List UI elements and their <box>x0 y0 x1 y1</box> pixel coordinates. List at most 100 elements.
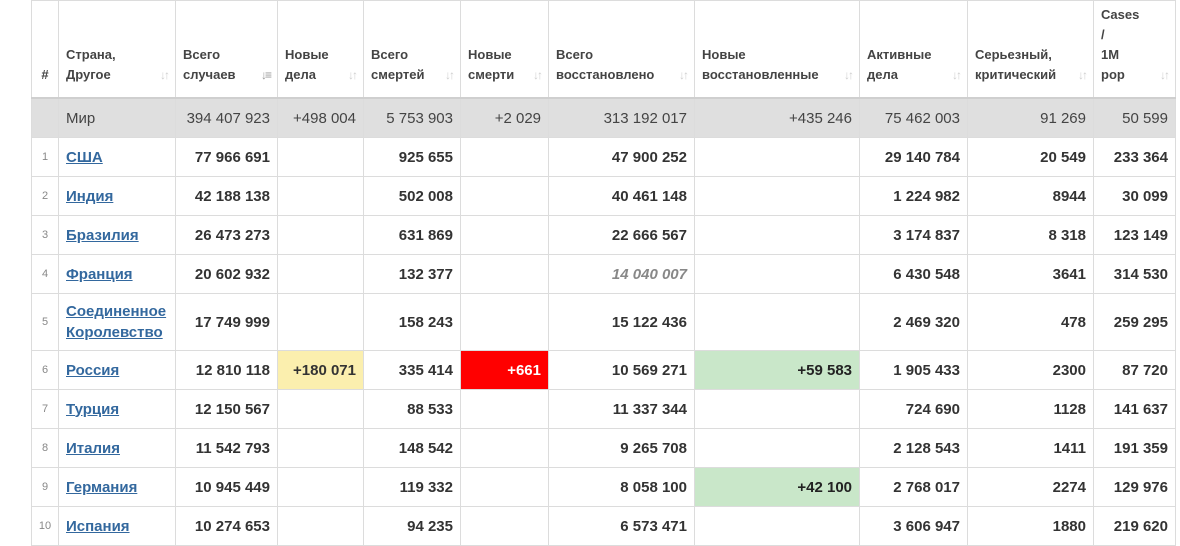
country-cell: Турция <box>58 389 176 429</box>
row-number: 10 <box>31 506 59 546</box>
new-recovered-cell <box>694 215 860 255</box>
new-cases-cell <box>277 389 364 429</box>
column-header-total-cases[interactable]: Всего случаев ↓≡ <box>175 0 278 99</box>
per-million-cell: 123 149 <box>1093 215 1176 255</box>
serious-cell: 2300 <box>967 350 1094 390</box>
column-header-country[interactable]: Страна, Другое ↓↑ <box>58 0 176 99</box>
table-row: 7 Турция 12 150 567 88 533 11 337 344 724 690… <box>31 389 1176 429</box>
total-recovered-cell: 8 058 100 <box>548 467 695 507</box>
per-million-cell: 87 720 <box>1093 350 1176 390</box>
sort-arrows-icon[interactable]: ↓↑ <box>844 65 854 85</box>
table-row: 1 США 77 966 691 925 655 47 900 252 29 140 78… <box>31 137 1176 177</box>
column-header-new-deaths[interactable]: Новые смерти ↓↑ <box>460 0 549 99</box>
sort-arrows-icon[interactable]: ↓↑ <box>679 65 689 85</box>
sort-arrows-icon[interactable]: ↓↑ <box>160 65 170 85</box>
new-cases-cell <box>277 137 364 177</box>
header-label: Серьезный, критический <box>975 47 1057 82</box>
covid-stats-table: # Страна, Другое ↓↑ Всего случаев ↓≡ Новые… <box>31 0 1176 546</box>
country-link[interactable]: Индия <box>66 188 113 205</box>
row-number: 6 <box>31 350 59 390</box>
new-cases-cell: +180 071 <box>277 350 364 390</box>
active-cell: 3 174 837 <box>859 215 968 255</box>
total-deaths-cell: 925 655 <box>363 137 461 177</box>
new-recovered-cell <box>694 506 860 546</box>
active-cell: 6 430 548 <box>859 254 968 294</box>
sort-desc-icon[interactable]: ↓≡ <box>261 65 272 85</box>
column-header-per-million[interactable]: Cases/1M pop ↓↑ <box>1093 0 1176 99</box>
row-number: 2 <box>31 176 59 216</box>
table-row: 3 Бразилия 26 473 273 631 869 22 666 567 3 17… <box>31 215 1176 255</box>
column-header-new-cases[interactable]: Новые дела ↓↑ <box>277 0 364 99</box>
header-label: Всего смертей <box>371 47 425 82</box>
per-million-cell: 141 637 <box>1093 389 1176 429</box>
serious-cell: 1128 <box>967 389 1094 429</box>
country-link[interactable]: Италия <box>66 440 120 457</box>
active-cell: 75 462 003 <box>859 97 968 138</box>
sort-arrows-icon[interactable]: ↓↑ <box>445 65 455 85</box>
table-row: 9 Германия 10 945 449 119 332 8 058 100 +42 1… <box>31 467 1176 507</box>
new-cases-cell <box>277 467 364 507</box>
total-deaths-cell: 88 533 <box>363 389 461 429</box>
sort-arrows-icon[interactable]: ↓↑ <box>348 65 358 85</box>
world-total-row: Мир 394 407 923 +498 004 5 753 903 +2 02… <box>31 97 1176 138</box>
total-recovered-cell: 6 573 471 <box>548 506 695 546</box>
column-header-new-recovered[interactable]: Новые восстановленные ↓↑ <box>694 0 860 99</box>
total-cases-cell: 26 473 273 <box>175 215 278 255</box>
country-link[interactable]: Бразилия <box>66 227 139 244</box>
country-cell: Россия <box>58 350 176 390</box>
total-cases-cell: 10 274 653 <box>175 506 278 546</box>
total-cases-cell: 10 945 449 <box>175 467 278 507</box>
header-label: Страна, Другое <box>66 47 116 82</box>
row-number: 9 <box>31 467 59 507</box>
new-cases-cell: +498 004 <box>277 97 364 138</box>
new-deaths-cell <box>460 137 549 177</box>
per-million-cell: 233 364 <box>1093 137 1176 177</box>
total-cases-cell: 394 407 923 <box>175 97 278 138</box>
total-recovered-cell: 9 265 708 <box>548 428 695 468</box>
total-cases-cell: 12 810 118 <box>175 350 278 390</box>
total-cases-cell: 12 150 567 <box>175 389 278 429</box>
header-label: Активные дела <box>867 47 932 82</box>
column-header-active[interactable]: Активные дела ↓↑ <box>859 0 968 99</box>
serious-cell: 1880 <box>967 506 1094 546</box>
country-link[interactable]: Германия <box>66 479 137 496</box>
header-label: Cases/1M pop <box>1101 7 1140 82</box>
country-link[interactable]: Турция <box>66 401 119 418</box>
new-deaths-cell <box>460 506 549 546</box>
sort-arrows-icon[interactable]: ↓↑ <box>533 65 543 85</box>
sort-arrows-icon[interactable]: ↓↑ <box>1160 65 1170 85</box>
serious-cell: 3641 <box>967 254 1094 294</box>
table-row: 2 Индия 42 188 138 502 008 40 461 148 1 224 9… <box>31 176 1176 216</box>
new-recovered-cell <box>694 254 860 294</box>
country-link[interactable]: Испания <box>66 518 130 535</box>
sort-arrows-icon[interactable]: ↓↑ <box>1078 65 1088 85</box>
column-header-total-deaths[interactable]: Всего смертей ↓↑ <box>363 0 461 99</box>
new-deaths-cell <box>460 389 549 429</box>
per-million-cell: 259 295 <box>1093 293 1176 351</box>
row-number <box>31 97 59 138</box>
new-cases-cell <box>277 506 364 546</box>
country-link[interactable]: Соединенное Королевство <box>66 303 166 341</box>
column-header-num: # <box>31 0 59 99</box>
total-recovered-cell: 313 192 017 <box>548 97 695 138</box>
new-cases-cell <box>277 428 364 468</box>
sort-arrows-icon[interactable]: ↓↑ <box>952 65 962 85</box>
country-link[interactable]: Франция <box>66 266 133 283</box>
serious-cell: 8944 <box>967 176 1094 216</box>
per-million-cell: 191 359 <box>1093 428 1176 468</box>
per-million-cell: 314 530 <box>1093 254 1176 294</box>
country-link[interactable]: Россия <box>66 362 119 379</box>
row-number: 1 <box>31 137 59 177</box>
country-cell: Италия <box>58 428 176 468</box>
column-header-serious[interactable]: Серьезный, критический ↓↑ <box>967 0 1094 99</box>
active-cell: 724 690 <box>859 389 968 429</box>
active-cell: 1 905 433 <box>859 350 968 390</box>
per-million-cell: 50 599 <box>1093 97 1176 138</box>
country-link[interactable]: США <box>66 149 103 166</box>
country-cell: Бразилия <box>58 215 176 255</box>
total-recovered-cell: 47 900 252 <box>548 137 695 177</box>
new-deaths-cell <box>460 176 549 216</box>
column-header-total-recovered[interactable]: Всего восстановлено ↓↑ <box>548 0 695 99</box>
new-deaths-cell <box>460 293 549 351</box>
total-cases-cell: 20 602 932 <box>175 254 278 294</box>
